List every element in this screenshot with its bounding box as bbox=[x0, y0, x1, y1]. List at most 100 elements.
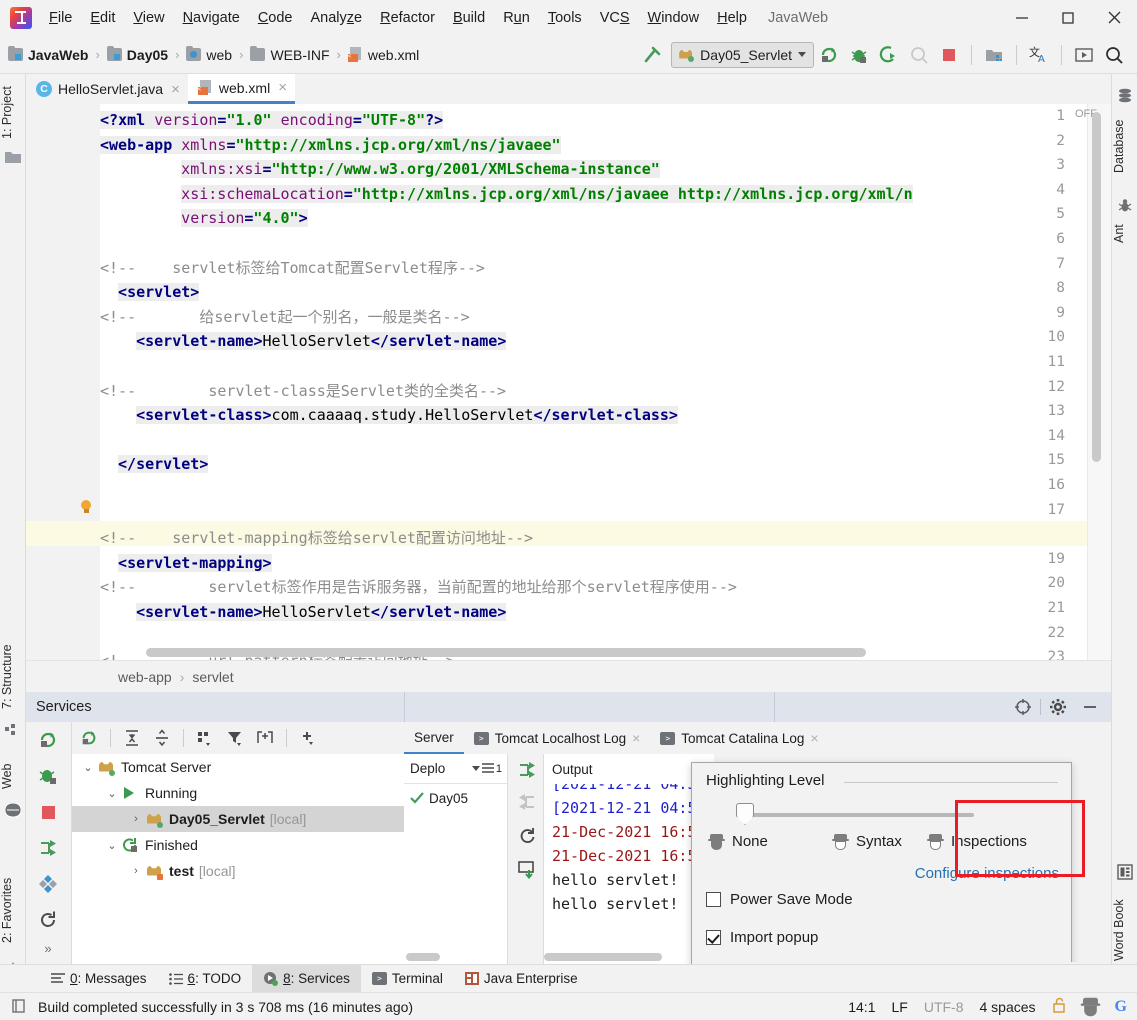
menu-edit[interactable]: Edit bbox=[81, 7, 124, 29]
intention-bulb-icon[interactable] bbox=[80, 500, 92, 515]
deploy-icon[interactable] bbox=[513, 756, 541, 784]
google-icon[interactable]: G bbox=[1115, 998, 1127, 1016]
editor-gutter[interactable] bbox=[26, 104, 100, 660]
add-icon[interactable] bbox=[295, 725, 321, 751]
code-line[interactable]: <servlet-mapping> bbox=[118, 551, 272, 576]
power-save-mode-checkbox[interactable]: Power Save Mode bbox=[706, 891, 853, 908]
sidebar-item-word-book[interactable]: Word Book bbox=[1112, 886, 1137, 974]
breadcrumb-item-webxml[interactable]: < web.xml bbox=[347, 47, 419, 63]
menu-run[interactable]: Run bbox=[494, 7, 539, 29]
editor-breadcrumb-servlet[interactable]: servlet bbox=[192, 669, 233, 685]
highlight-level-none[interactable]: None bbox=[708, 833, 768, 850]
menu-build[interactable]: Build bbox=[444, 7, 494, 29]
project-structure-icon[interactable] bbox=[979, 40, 1009, 70]
rerun-icon[interactable] bbox=[34, 726, 62, 754]
build-status-icon[interactable] bbox=[0, 999, 28, 1014]
menu-navigate[interactable]: Navigate bbox=[174, 7, 249, 29]
output-console[interactable]: [2021-12-21 04:57 [2021-12-21 04:57 21-Dec… bbox=[544, 784, 714, 964]
highlighting-slider-thumb[interactable] bbox=[736, 803, 754, 825]
rerun-icon[interactable] bbox=[76, 725, 102, 751]
run-icon[interactable] bbox=[814, 40, 844, 70]
translate-icon[interactable]: 文A bbox=[1024, 40, 1054, 70]
minimize-icon[interactable] bbox=[999, 0, 1045, 36]
breadcrumb-item-day05[interactable]: Day05 bbox=[106, 46, 168, 63]
chevron-down-icon[interactable]: ⌄ bbox=[104, 787, 120, 800]
menu-tools[interactable]: Tools bbox=[539, 7, 591, 29]
chevron-right-icon[interactable]: › bbox=[128, 865, 144, 877]
update-icon[interactable] bbox=[1069, 40, 1099, 70]
status-message[interactable]: Build completed successfully in 3 s 708 … bbox=[28, 999, 413, 1015]
tree-row[interactable]: ⌄ Finished bbox=[72, 832, 404, 858]
collapse-all-icon[interactable] bbox=[149, 725, 175, 751]
debug-icon[interactable] bbox=[844, 40, 874, 70]
more-icon[interactable]: » bbox=[34, 934, 62, 962]
menu-refactor[interactable]: Refactor bbox=[371, 7, 444, 29]
group-by-icon[interactable] bbox=[192, 725, 218, 751]
chevron-down-icon[interactable]: ⌄ bbox=[80, 761, 96, 774]
breadcrumb-item-javaweb[interactable]: JavaWeb bbox=[8, 46, 88, 63]
chevron-right-icon[interactable]: › bbox=[128, 813, 144, 825]
bottom-tab-services[interactable]: 8: Services bbox=[252, 964, 361, 993]
menu-vcs[interactable]: VCS bbox=[591, 7, 639, 29]
code-line[interactable]: <servlet-name>HelloServlet</servlet-name… bbox=[136, 600, 507, 625]
close-icon[interactable]: × bbox=[810, 730, 818, 746]
code-line[interactable]: <!-- servlet-mapping标签给servlet配置访问地址--> bbox=[100, 526, 533, 551]
code-line[interactable]: xmlns:xsi="http://www.w3.org/2001/XMLSch… bbox=[181, 157, 660, 182]
tree-row[interactable]: › test [local] bbox=[72, 858, 404, 884]
chevron-down-icon[interactable]: ⌄ bbox=[104, 839, 120, 852]
diamond-icon[interactable] bbox=[34, 870, 62, 898]
code-line[interactable]: <!-- servlet标签给Tomcat配置Servlet程序--> bbox=[100, 256, 485, 281]
expand-all-icon[interactable] bbox=[119, 725, 145, 751]
sidebar-item-database[interactable]: Database bbox=[1112, 108, 1137, 184]
close-icon[interactable]: × bbox=[171, 81, 180, 98]
hector-icon[interactable] bbox=[1080, 997, 1100, 1016]
deployment-horizontal-scrollbar[interactable] bbox=[406, 953, 440, 961]
tree-row[interactable]: ⌄ Tomcat Server bbox=[72, 754, 404, 780]
code-line[interactable]: <servlet-name>HelloServlet</servlet-name… bbox=[136, 329, 507, 354]
stop-icon[interactable] bbox=[34, 798, 62, 826]
download-icon[interactable] bbox=[513, 856, 541, 884]
code-line[interactable]: <?xml version="1.0" encoding="UTF-8"?> bbox=[100, 108, 444, 133]
close-icon[interactable]: × bbox=[278, 79, 287, 96]
services-tree[interactable]: ⌄ Tomcat Server ⌄ Running › Day05_Servlet [loc… bbox=[72, 754, 404, 964]
code-line[interactable]: </servlet> bbox=[118, 452, 209, 477]
code-line[interactable]: <!-- servlet标签作用是告诉服务器，当前配置的地址给那个servlet… bbox=[100, 575, 737, 600]
tab-tomcat-localhost-log[interactable]: > Tomcat Localhost Log × bbox=[464, 722, 651, 754]
bottom-tab-terminal[interactable]: > Terminal bbox=[361, 965, 454, 993]
deploy-icon[interactable] bbox=[34, 834, 62, 862]
close-icon[interactable] bbox=[1091, 0, 1137, 36]
menu-help[interactable]: Help bbox=[708, 7, 756, 29]
undeploy-icon[interactable] bbox=[513, 788, 541, 816]
gear-icon[interactable] bbox=[1043, 692, 1073, 722]
editor-tab-webxml[interactable]: < web.xml × bbox=[187, 74, 295, 104]
code-line[interactable]: <servlet-class>com.caaaaq.study.HelloSer… bbox=[136, 403, 678, 428]
add-frame-icon[interactable] bbox=[252, 725, 278, 751]
output-horizontal-scrollbar[interactable] bbox=[544, 953, 662, 961]
sidebar-item-ant[interactable]: Ant bbox=[1112, 218, 1137, 250]
debug-icon[interactable] bbox=[34, 762, 62, 790]
editor-vertical-scrollbar[interactable] bbox=[1092, 112, 1101, 462]
editor-breadcrumb-webapp[interactable]: web-app bbox=[118, 669, 172, 685]
indent-setting[interactable]: 4 spaces bbox=[980, 999, 1036, 1015]
editor-code-content[interactable]: <?xml version="1.0" encoding="UTF-8"?> <w… bbox=[100, 104, 1111, 660]
redeploy-icon[interactable] bbox=[513, 822, 541, 850]
tree-row[interactable]: ⌄ Running bbox=[72, 780, 404, 806]
filter-icon[interactable] bbox=[222, 725, 248, 751]
breadcrumb-item-webinf[interactable]: WEB-INF bbox=[250, 46, 330, 63]
unlock-icon[interactable] bbox=[1052, 997, 1066, 1016]
close-icon[interactable]: × bbox=[632, 730, 640, 746]
code-line[interactable]: version="4.0"> bbox=[181, 206, 308, 231]
bottom-tab-messages[interactable]: 0: Messages bbox=[40, 965, 158, 993]
code-line[interactable]: <!-- 给servlet起一个别名，一般是类名--> bbox=[100, 305, 470, 330]
tab-tomcat-catalina-log[interactable]: > Tomcat Catalina Log × bbox=[650, 722, 828, 754]
highlighting-slider-track[interactable] bbox=[750, 813, 974, 817]
bottom-tab-java-enterprise[interactable]: Java Enterprise bbox=[454, 965, 589, 993]
sidebar-item-favorites[interactable]: 2: Favorites bbox=[0, 864, 26, 956]
code-line[interactable]: <servlet> bbox=[118, 280, 200, 305]
menu-window[interactable]: Window bbox=[639, 7, 709, 29]
target-icon[interactable] bbox=[1008, 692, 1038, 722]
sidebar-item-structure[interactable]: 7: Structure bbox=[0, 634, 26, 720]
line-separator[interactable]: LF bbox=[891, 999, 907, 1015]
editor-horizontal-scrollbar[interactable] bbox=[146, 648, 866, 657]
menu-file[interactable]: File bbox=[40, 7, 81, 29]
